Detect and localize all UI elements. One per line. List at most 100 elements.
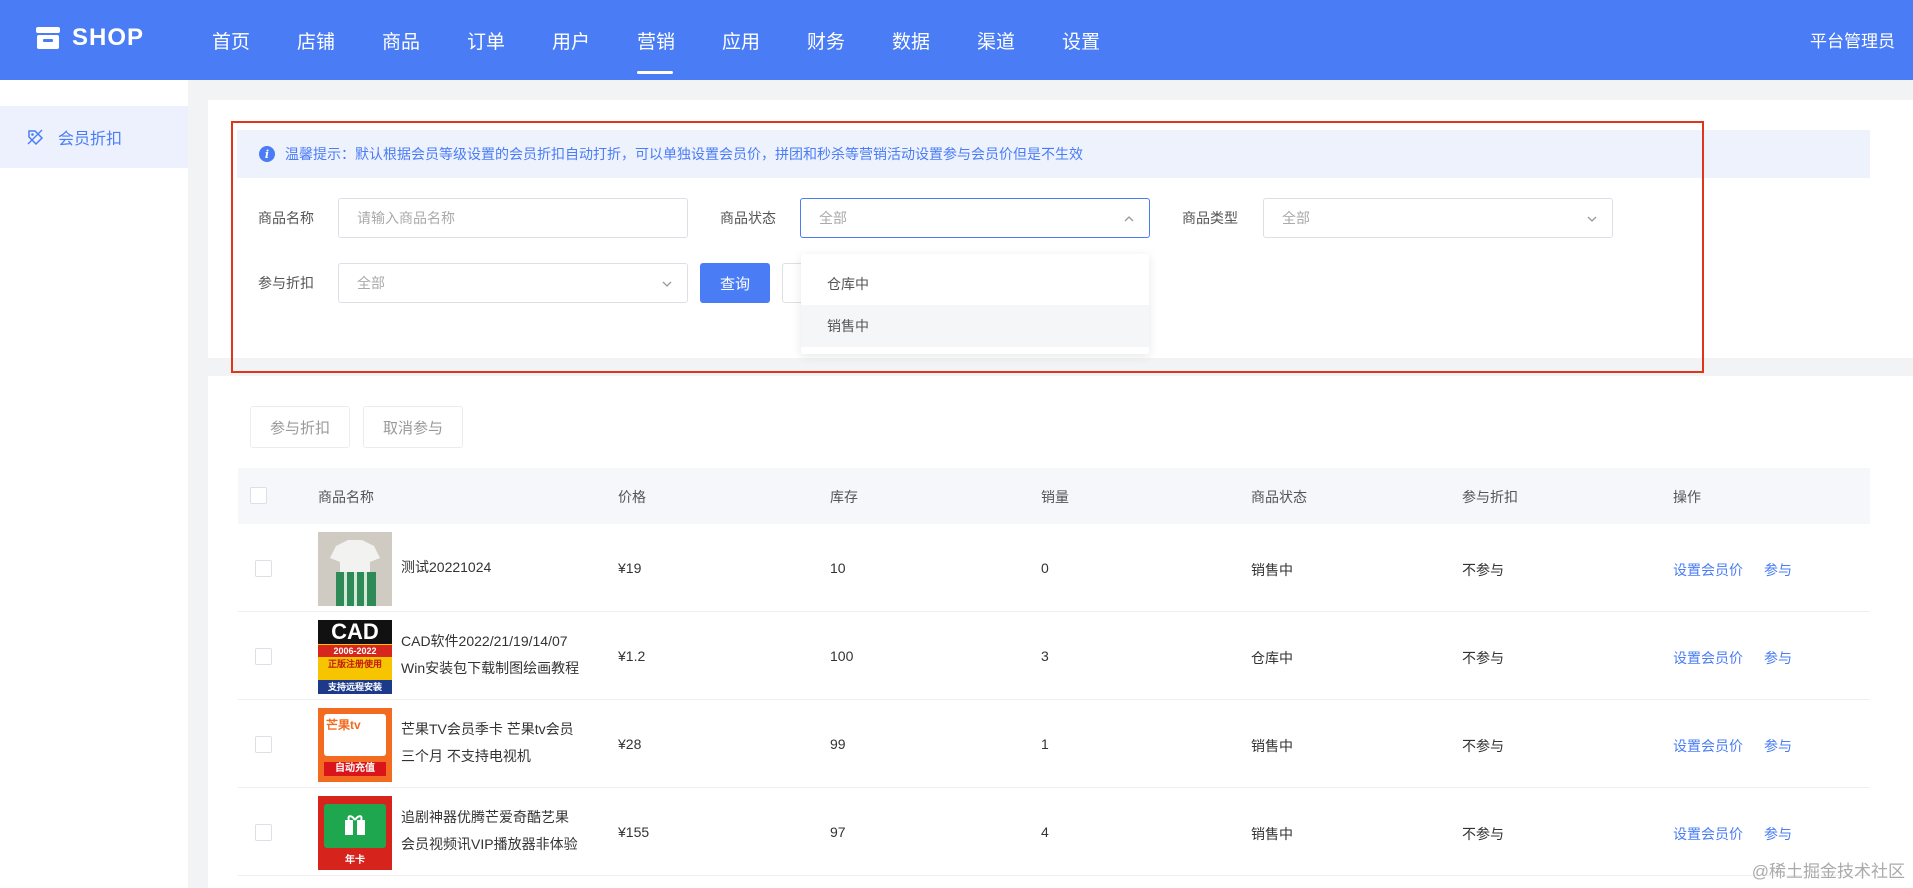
cad-bottom: 支持远程安装 [318, 680, 392, 694]
sales-cell: 0 [1041, 560, 1049, 576]
sales-cell: 3 [1041, 648, 1049, 664]
mango-brand: 芒果tv [326, 718, 361, 732]
chevron-down-icon [1587, 216, 1597, 222]
set-member-price-link[interactable]: 设置会员价 [1673, 560, 1743, 580]
nav-settings[interactable]: 设置 [1062, 0, 1147, 80]
select-all-checkbox[interactable] [250, 487, 267, 504]
row-checkbox[interactable] [255, 824, 272, 841]
brand-name: SHOP [72, 24, 145, 51]
set-member-price-link[interactable]: 设置会员价 [1673, 648, 1743, 668]
video-badge: 年卡 [345, 855, 365, 866]
tip-banner: i 温馨提示：默认根据会员等级设置的会员折扣自动打折，可以单独设置会员价，拼团和… [237, 130, 1870, 178]
shop-icon [36, 27, 60, 49]
product-type-label: 商品类型 [1182, 210, 1238, 226]
nav-finance[interactable]: 财务 [807, 0, 892, 80]
sales-cell: 4 [1041, 824, 1049, 840]
admin-menu[interactable]: 平台管理员 [1810, 27, 1895, 52]
discount-tag-icon [27, 129, 44, 146]
discount-cell: 不参与 [1462, 826, 1504, 842]
info-icon: i [259, 146, 275, 162]
product-status-value: 全部 [819, 210, 847, 226]
price-cell: ¥19 [618, 560, 642, 576]
main-nav: 首页 店铺 商品 订单 用户 营销 应用 财务 数据 渠道 设置 [212, 0, 1147, 80]
nav-orders[interactable]: 订单 [467, 0, 552, 80]
nav-store[interactable]: 店铺 [297, 0, 382, 80]
nav-marketing[interactable]: 营销 [637, 0, 722, 80]
status-dropdown: 仓库中 销售中 [801, 254, 1149, 354]
nav-data[interactable]: 数据 [892, 0, 977, 80]
product-thumbnail: 年卡 [318, 796, 392, 870]
cad-subtitle: 正版注册使用 [327, 659, 382, 669]
product-name-line: Win安装包下载制图绘画教程 [401, 660, 580, 676]
product-name-line: 三个月 不支持电视机 [401, 748, 531, 764]
column-header: 价格 [618, 489, 646, 505]
search-button[interactable]: 查询 [700, 263, 770, 303]
discount-value: 全部 [357, 275, 385, 291]
tip-text: 温馨提示：默认根据会员等级设置的会员折扣自动打折，可以单独设置会员价，拼团和秒杀… [285, 146, 1083, 162]
mango-badge: 自动充值 [324, 762, 386, 776]
product-name[interactable]: 测试20221024 [401, 554, 596, 581]
product-name[interactable]: 芒果TV会员季卡 芒果tv会员 三个月 不支持电视机 [401, 716, 596, 770]
column-header: 库存 [830, 489, 858, 505]
product-status-select[interactable]: 全部 [800, 198, 1150, 238]
product-thumbnail: CAD 2006-2022 正版注册使用 支持远程安装 [318, 620, 392, 694]
row-checkbox[interactable] [255, 648, 272, 665]
column-header: 销量 [1041, 489, 1069, 505]
join-link[interactable]: 参与 [1764, 736, 1792, 756]
status-cell: 销售中 [1251, 738, 1293, 754]
status-cell: 仓库中 [1251, 650, 1293, 666]
join-link[interactable]: 参与 [1764, 824, 1792, 844]
price-cell: ¥155 [618, 824, 650, 840]
nav-users[interactable]: 用户 [552, 0, 637, 80]
gift-icon [345, 815, 365, 835]
stock-cell: 100 [830, 648, 854, 664]
discount-cell: 不参与 [1462, 650, 1504, 666]
row-checkbox[interactable] [255, 560, 272, 577]
dropdown-option-warehouse[interactable]: 仓库中 [801, 263, 1149, 305]
nav-products[interactable]: 商品 [382, 0, 467, 80]
product-name-input[interactable]: 请输入商品名称 [338, 198, 688, 238]
column-header: 操作 [1673, 489, 1701, 505]
product-name-line: 测试20221024 [401, 559, 492, 575]
nav-channels[interactable]: 渠道 [977, 0, 1062, 80]
row-checkbox[interactable] [255, 736, 272, 753]
join-link[interactable]: 参与 [1764, 560, 1792, 580]
sidebar: 会员折扣 [0, 80, 188, 888]
product-type-select[interactable]: 全部 [1263, 198, 1613, 238]
discount-select[interactable]: 全部 [338, 263, 688, 303]
cancel-join-button[interactable]: 取消参与 [363, 406, 463, 448]
product-status-label: 商品状态 [720, 210, 776, 226]
top-navbar: SHOP 首页 店铺 商品 订单 用户 营销 应用 财务 数据 渠道 设置 平台… [0, 0, 1913, 80]
set-member-price-link[interactable]: 设置会员价 [1673, 824, 1743, 844]
product-name[interactable]: CAD软件2022/21/19/14/07 Win安装包下载制图绘画教程 [401, 628, 596, 682]
reset-button[interactable] [782, 263, 802, 303]
sidebar-item-member-discount[interactable]: 会员折扣 [0, 106, 188, 168]
tshirt-image [318, 532, 392, 606]
column-header: 商品状态 [1251, 489, 1307, 505]
product-name-label: 商品名称 [258, 210, 314, 226]
product-thumbnail [318, 532, 392, 606]
join-link[interactable]: 参与 [1764, 648, 1792, 668]
join-discount-button[interactable]: 参与折扣 [250, 406, 350, 448]
status-cell: 销售中 [1251, 562, 1293, 578]
product-name-line: 会员视频讯VIP播放器非体验 [401, 836, 578, 852]
product-thumbnail: 芒果tv 自动充值 [318, 708, 392, 782]
set-member-price-link[interactable]: 设置会员价 [1673, 736, 1743, 756]
stock-cell: 10 [830, 560, 846, 576]
cad-years: 2006-2022 [318, 645, 392, 657]
status-cell: 销售中 [1251, 826, 1293, 842]
discount-label: 参与折扣 [258, 275, 314, 291]
chevron-up-icon [1124, 216, 1134, 222]
product-name[interactable]: 追剧神器优腾芒爱奇酷艺果 会员视频讯VIP播放器非体验 [401, 804, 596, 858]
logo[interactable]: SHOP [34, 24, 144, 52]
sidebar-item-label: 会员折扣 [58, 131, 123, 148]
chevron-down-icon [662, 281, 672, 287]
nav-home[interactable]: 首页 [212, 0, 297, 80]
nav-apps[interactable]: 应用 [722, 0, 807, 80]
product-name-placeholder: 请输入商品名称 [357, 210, 455, 226]
product-type-value: 全部 [1282, 210, 1310, 226]
price-cell: ¥28 [618, 736, 642, 752]
dropdown-option-on-sale[interactable]: 销售中 [801, 305, 1149, 347]
sales-cell: 1 [1041, 736, 1049, 752]
discount-cell: 不参与 [1462, 738, 1504, 754]
